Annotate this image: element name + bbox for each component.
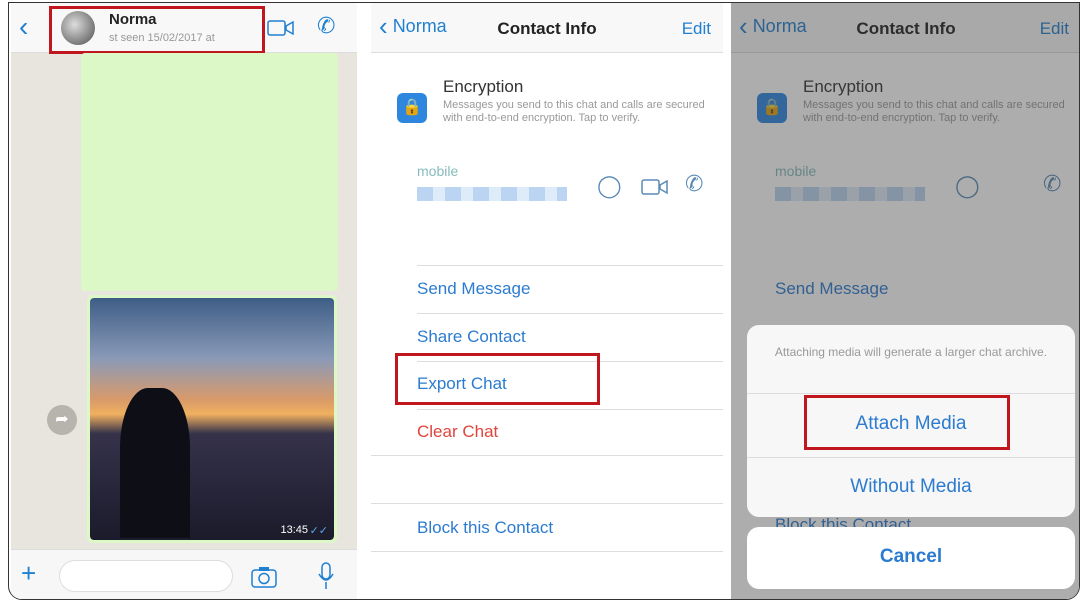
plus-icon[interactable]: +	[21, 558, 36, 589]
send-message-button[interactable]: Send Message	[417, 279, 530, 299]
camera-icon[interactable]	[251, 566, 277, 588]
contact-info-screen: ‹ Norma Contact Info Edit 🔒 Encryption M…	[371, 3, 723, 599]
screenshot-frame: ‹ Norma st seen 15/02/2017 at ✆ 13:45 ✓✓…	[8, 2, 1080, 600]
page-title: Contact Info	[497, 19, 597, 38]
chat-screen: ‹ Norma st seen 15/02/2017 at ✆ 13:45 ✓✓…	[11, 3, 357, 599]
video-call-icon[interactable]	[641, 178, 669, 196]
chat-header: ‹ Norma st seen 15/02/2017 at ✆	[11, 3, 357, 54]
clear-chat-button[interactable]: Clear Chat	[417, 422, 498, 442]
forward-icon[interactable]: ➦	[47, 405, 77, 435]
encryption-text[interactable]: Messages you send to this chat and calls…	[443, 99, 713, 125]
double-check-icon: ✓✓	[309, 525, 328, 537]
phone-label: mobile	[417, 163, 459, 179]
encryption-title[interactable]: Encryption	[443, 77, 523, 97]
text-message-bubble	[81, 53, 338, 291]
image-message-bubble[interactable]: 13:45 ✓✓	[87, 295, 337, 543]
phone-icon[interactable]: ✆	[317, 13, 335, 39]
share-contact-button[interactable]: Share Contact	[417, 327, 526, 347]
sheet-message: Attaching media will generate a larger c…	[774, 345, 1048, 359]
blurred-phone-number[interactable]	[417, 187, 567, 201]
message-time: 13:45	[280, 524, 308, 536]
lock-icon: 🔒	[397, 93, 427, 123]
export-chat-sheet-screen: ‹ Norma Contact Info Edit 🔒 Encryption M…	[731, 3, 1079, 599]
highlight-box	[49, 6, 265, 54]
cancel-button[interactable]: Cancel	[747, 527, 1075, 589]
action-sheet: Attaching media will generate a larger c…	[747, 325, 1075, 517]
message-input[interactable]	[59, 560, 233, 592]
nav-bar: ‹ Norma Contact Info Edit	[371, 3, 723, 53]
highlight-box	[804, 395, 1010, 450]
input-bar: +	[11, 549, 357, 599]
block-contact-button[interactable]: Block this Contact	[417, 518, 553, 538]
phone-icon[interactable]: ✆	[685, 171, 703, 197]
highlight-box	[395, 353, 600, 405]
without-media-button[interactable]: Without Media	[747, 476, 1075, 498]
back-chevron-icon[interactable]: ‹	[19, 11, 28, 43]
silhouette	[120, 388, 190, 538]
sunset-photo: 13:45 ✓✓	[90, 298, 334, 540]
message-icon[interactable]: ◯	[597, 173, 622, 199]
video-call-icon[interactable]	[267, 19, 295, 37]
cancel-label: Cancel	[879, 546, 943, 567]
edit-button[interactable]: Edit	[682, 19, 711, 39]
microphone-icon[interactable]	[317, 562, 335, 590]
